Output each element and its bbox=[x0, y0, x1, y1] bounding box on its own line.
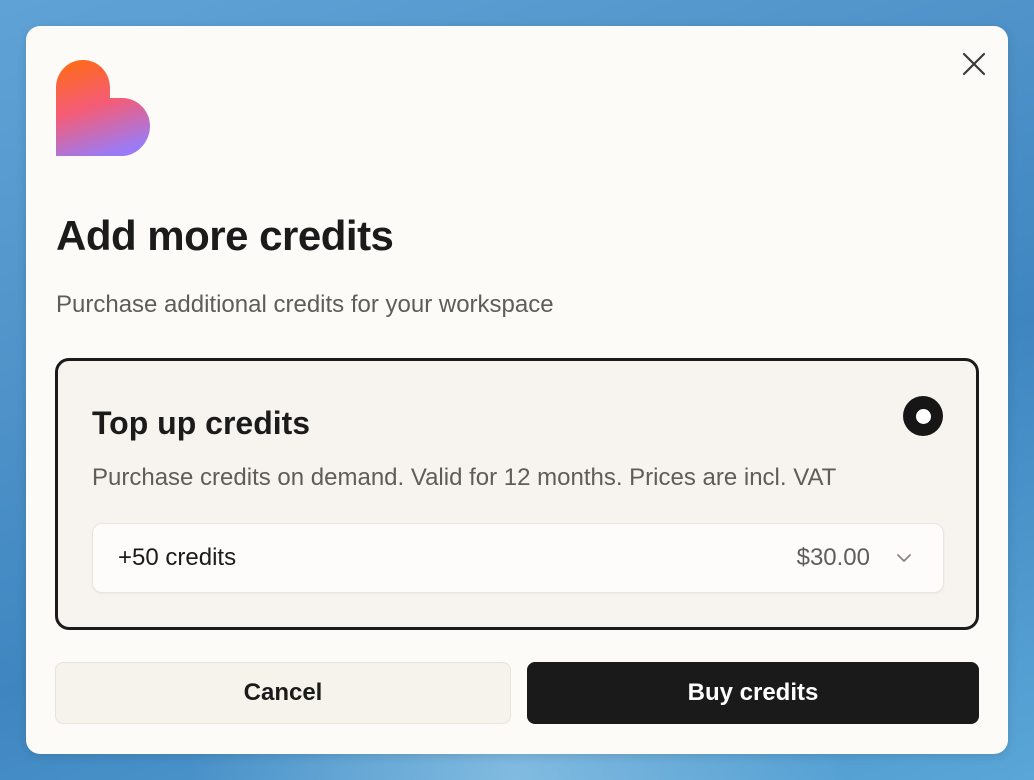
add-credits-dialog: Add more credits Purchase additional cre… bbox=[26, 26, 1008, 754]
credit-amount-value: +50 credits bbox=[118, 544, 237, 571]
chevron-down-icon bbox=[897, 554, 911, 562]
close-icon bbox=[962, 52, 986, 76]
dialog-title: Add more credits bbox=[56, 212, 394, 259]
option-title: Top up credits bbox=[92, 405, 311, 441]
heart-logo-icon bbox=[56, 60, 150, 156]
credit-price-value: $30.00 bbox=[796, 544, 870, 571]
option-radio[interactable] bbox=[903, 396, 943, 436]
option-description: Purchase credits on demand. Valid for 12… bbox=[92, 464, 837, 491]
buy-credits-button[interactable]: Buy credits bbox=[527, 662, 979, 724]
cancel-button[interactable]: Cancel bbox=[55, 662, 511, 724]
credit-amount-select[interactable]: +50 credits $30.00 bbox=[92, 523, 944, 593]
close-button[interactable] bbox=[958, 48, 990, 80]
radio-selected-dot bbox=[915, 408, 931, 424]
top-up-option-card[interactable]: Top up credits Purchase credits on deman… bbox=[55, 358, 979, 630]
dialog-subtitle: Purchase additional credits for your wor… bbox=[56, 291, 554, 318]
